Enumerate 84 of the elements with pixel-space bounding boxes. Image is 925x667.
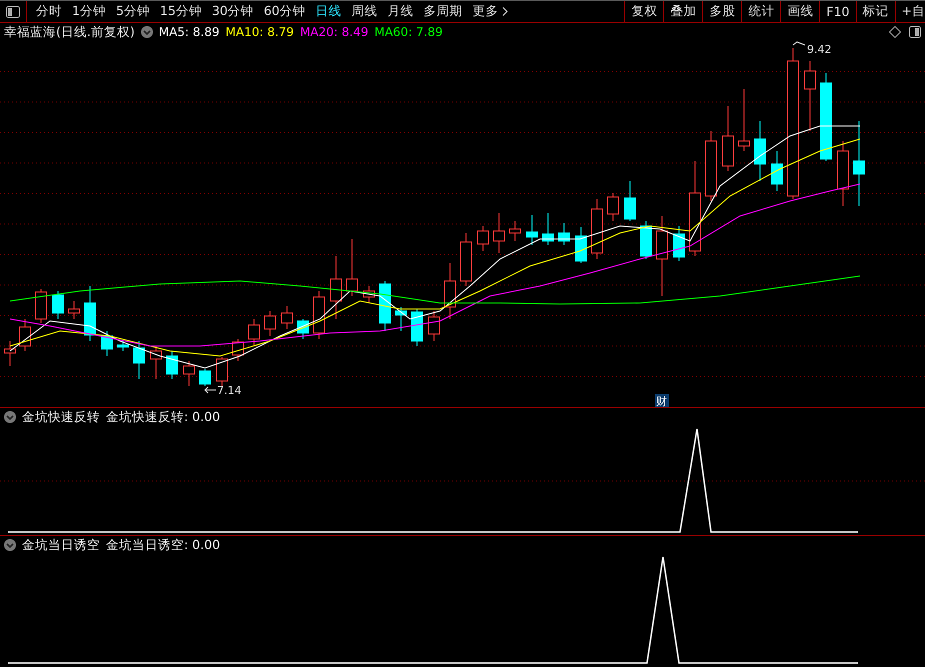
moving-average-reading: MA10: 8.79 [226, 25, 294, 39]
candlestick [558, 222, 570, 246]
candlestick [804, 60, 816, 132]
period-tab[interactable]: 1分钟 [67, 3, 111, 20]
candlestick [183, 360, 195, 386]
chevron-right-icon [502, 7, 508, 16]
candlestick [281, 306, 293, 330]
panel-toggle-icon[interactable] [6, 6, 20, 18]
candlestick [722, 106, 734, 172]
period-tab[interactable]: 15分钟 [154, 3, 207, 20]
finance-badge[interactable]: 财 [655, 394, 669, 408]
candlestick [575, 226, 587, 264]
period-tab[interactable]: 30分钟 [206, 3, 259, 20]
candlestick [754, 120, 766, 182]
candlestick [460, 232, 472, 286]
toolbar-button[interactable]: 统计 [741, 1, 780, 22]
diamond-icon[interactable] [889, 26, 901, 38]
toolbar-button[interactable]: 复权 [624, 1, 664, 22]
candlestick [591, 198, 603, 260]
toolbar-button[interactable]: F10 [819, 1, 856, 22]
candlestick [52, 290, 64, 320]
candlestick [232, 338, 244, 362]
period-tab[interactable]: 60分钟 [258, 3, 311, 20]
period-tab[interactable]: 5分钟 [110, 3, 155, 20]
moving-average-reading: MA60: 7.89 [374, 25, 443, 39]
candlestick [68, 300, 80, 320]
candlestick [297, 318, 309, 340]
moving-average-reading: MA5: 8.89 [158, 25, 220, 39]
toolbar-button[interactable]: 标记 [856, 1, 895, 22]
toolbar-button[interactable]: +自 [894, 1, 925, 22]
candlestick [117, 340, 129, 352]
candlestick [216, 356, 228, 386]
indicator-name: 金坑当日诱空 [22, 536, 100, 554]
candlestick [771, 150, 783, 192]
candlestick [35, 288, 47, 324]
candlestick [150, 346, 162, 380]
candlestick [264, 310, 276, 336]
candlestick [166, 350, 178, 380]
candlestick [428, 310, 440, 342]
candlestick [4, 340, 16, 366]
indicator-reading: 金坑快速反转: 0.00 [106, 408, 220, 426]
indicator-reading: 金坑当日诱空: 0.00 [106, 536, 220, 554]
candlestick [330, 256, 342, 320]
candlestick [493, 212, 505, 254]
toolbar-button[interactable]: 画线 [780, 1, 820, 22]
candlestick [248, 318, 260, 346]
panel-toggle-icon[interactable] [909, 26, 921, 38]
candlestick [395, 306, 407, 332]
candlestick [19, 318, 31, 352]
stock-title: 幸福蓝海(日线.前复权) [4, 24, 135, 40]
candlestick [199, 368, 211, 386]
candlestick [363, 286, 375, 304]
toolbar-button[interactable]: 叠加 [663, 1, 702, 22]
candlestick [526, 214, 538, 246]
period-tab[interactable]: 更多 [468, 3, 513, 20]
collapse-icon[interactable] [4, 539, 16, 551]
candlestick [444, 262, 456, 320]
indicator-name: 金坑快速反转 [22, 408, 100, 426]
collapse-icon[interactable] [140, 26, 153, 38]
period-tab[interactable]: 日线 [310, 3, 347, 20]
candlestick [411, 308, 423, 346]
candlestick [837, 140, 849, 206]
candlestick [346, 238, 358, 296]
moving-average-reading: MA20: 8.49 [300, 25, 368, 39]
candlestick [477, 226, 489, 252]
candlestick [705, 130, 717, 202]
candlestick [509, 220, 521, 242]
candlestick [673, 226, 685, 262]
candlestick [607, 192, 619, 222]
candlestick [640, 220, 652, 260]
period-tab[interactable]: 分时 [31, 3, 67, 20]
candlestick [313, 290, 325, 340]
period-tab[interactable]: 周线 [346, 3, 383, 20]
candlestick [624, 180, 636, 222]
toolbar-button[interactable]: 多股 [702, 1, 742, 22]
candlestick [84, 286, 96, 342]
candlestick [738, 88, 750, 152]
candlestick [101, 330, 113, 356]
period-tab[interactable]: 多周期 [418, 3, 468, 20]
candlestick [379, 280, 391, 332]
candlestick [133, 340, 145, 380]
period-tab[interactable]: 月线 [382, 3, 419, 20]
collapse-icon[interactable] [4, 411, 16, 423]
candlestick [542, 212, 554, 246]
